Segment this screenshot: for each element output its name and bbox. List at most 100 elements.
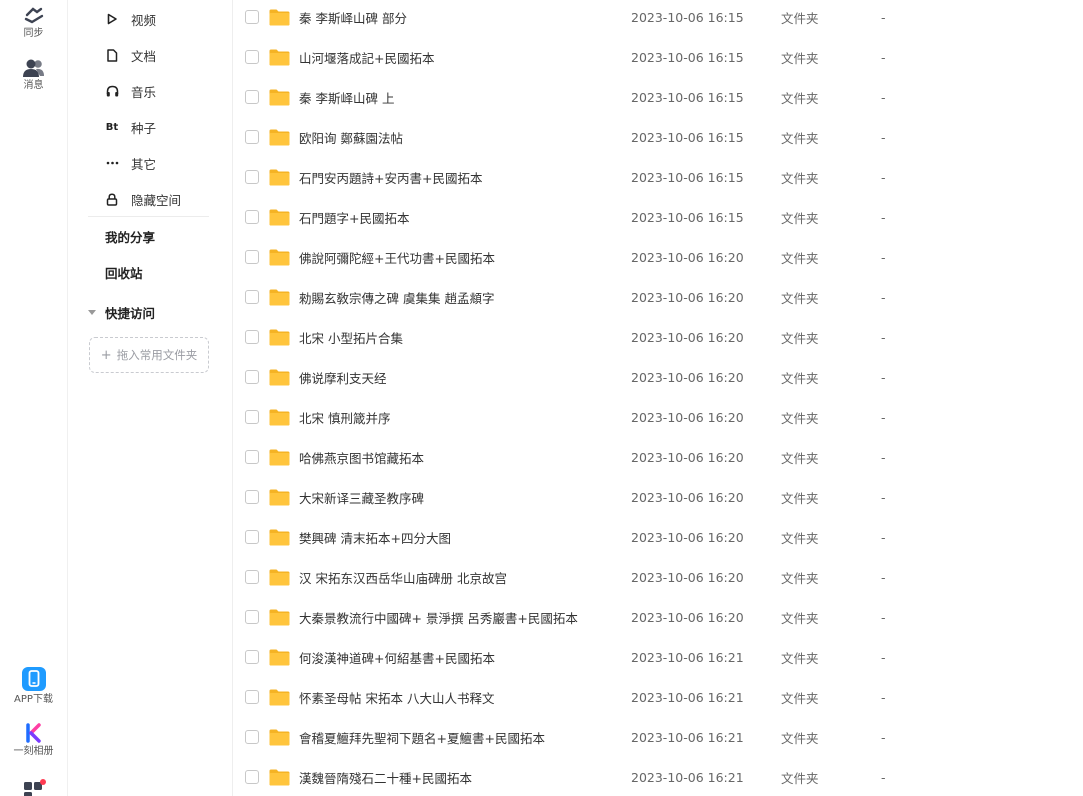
file-row[interactable]: 山河堰落成記+民國拓本 2023-10-06 16:15 文件夹 -: [233, 37, 1083, 77]
rail-app-download[interactable]: APP下载: [0, 666, 67, 706]
lock-icon: [105, 192, 119, 206]
file-modified-date: 2023-10-06 16:20: [631, 369, 744, 385]
folder-icon: [269, 489, 290, 505]
rail-sync[interactable]: 同步: [0, 6, 67, 40]
file-type: 文件夹: [781, 90, 819, 106]
row-checkbox[interactable]: [245, 130, 259, 144]
rail-album[interactable]: 一刻相册: [0, 722, 67, 758]
file-modified-date: 2023-10-06 16:20: [631, 489, 744, 505]
row-checkbox[interactable]: [245, 10, 259, 24]
file-size: -: [881, 569, 886, 585]
row-checkbox[interactable]: [245, 370, 259, 384]
file-name[interactable]: 大秦景教流行中國碑+ 景淨撰 呂秀巖書+民國拓本: [299, 608, 578, 627]
row-checkbox[interactable]: [245, 650, 259, 664]
row-checkbox[interactable]: [245, 290, 259, 304]
sidebar-item-video[interactable]: 视频: [68, 1, 234, 37]
file-row[interactable]: 大宋新译三藏圣教序碑 2023-10-06 16:20 文件夹 -: [233, 477, 1083, 517]
album-logo-icon: [25, 723, 41, 743]
file-row[interactable]: 勑賜玄敎宗傳之碑 虞集集 趙孟頫字 2023-10-06 16:20 文件夹 -: [233, 277, 1083, 317]
file-name[interactable]: 秦 李斯峄山碑 部分: [299, 8, 407, 27]
sidebar-item-label: 其它: [131, 156, 157, 172]
row-checkbox[interactable]: [245, 770, 259, 784]
sync-icon: [24, 7, 43, 24]
file-name[interactable]: 會稽夏鱣拜先聖祠下題名+夏鱣書+民國拓本: [299, 728, 545, 747]
file-name[interactable]: 勑賜玄敎宗傳之碑 虞集集 趙孟頫字: [299, 288, 494, 307]
file-name[interactable]: 石門題字+民國拓本: [299, 208, 409, 227]
sidebar-item-recycle-bin[interactable]: 回收站: [68, 254, 234, 290]
row-checkbox[interactable]: [245, 450, 259, 464]
file-row[interactable]: 石門安丙題詩+安丙書+民國拓本 2023-10-06 16:15 文件夹 -: [233, 157, 1083, 197]
file-size: -: [881, 729, 886, 745]
file-name[interactable]: 哈佛燕京图书馆藏拓本: [299, 448, 424, 467]
file-row[interactable]: 汉 宋拓东汉西岳华山庙碑册 北京故宫 2023-10-06 16:20 文件夹 …: [233, 557, 1083, 597]
row-checkbox[interactable]: [245, 690, 259, 704]
quick-access-toggle[interactable]: 快捷访问: [68, 294, 234, 330]
row-checkbox[interactable]: [245, 50, 259, 64]
file-name[interactable]: 佛說阿彌陀經+王代功書+民國拓本: [299, 248, 495, 267]
file-row[interactable]: 北宋 慎刑箴并序 2023-10-06 16:20 文件夹 -: [233, 397, 1083, 437]
row-checkbox[interactable]: [245, 210, 259, 224]
sidebar-item-label: 隐藏空间: [131, 192, 182, 208]
file-type: 文件夹: [781, 490, 819, 506]
file-name[interactable]: 汉 宋拓东汉西岳华山庙碑册 北京故宫: [299, 568, 507, 587]
file-name[interactable]: 大宋新译三藏圣教序碑: [299, 488, 424, 507]
file-row[interactable]: 樊興碑 清末拓本+四分大图 2023-10-06 16:20 文件夹 -: [233, 517, 1083, 557]
row-checkbox[interactable]: [245, 490, 259, 504]
file-name[interactable]: 怀素圣母帖 宋拓本 八大山人书释文: [299, 688, 494, 707]
file-row[interactable]: 何浚漢神道碑+何紹基書+民國拓本 2023-10-06 16:21 文件夹 -: [233, 637, 1083, 677]
row-checkbox[interactable]: [245, 90, 259, 104]
file-name[interactable]: 欧阳询 鄭蘇園法帖: [299, 128, 403, 147]
file-size: -: [881, 289, 886, 305]
row-checkbox[interactable]: [245, 530, 259, 544]
file-modified-date: 2023-10-06 16:20: [631, 609, 744, 625]
file-row[interactable]: 秦 李斯峄山碑 上 2023-10-06 16:15 文件夹 -: [233, 77, 1083, 117]
row-checkbox[interactable]: [245, 330, 259, 344]
file-name[interactable]: 山河堰落成記+民國拓本: [299, 48, 434, 67]
file-row[interactable]: 大秦景教流行中國碑+ 景淨撰 呂秀巖書+民國拓本 2023-10-06 16:2…: [233, 597, 1083, 637]
sidebar-item-label: 视频: [131, 12, 157, 28]
sidebar-item-document[interactable]: 文档: [68, 37, 234, 73]
rail-message[interactable]: 消息: [0, 58, 67, 92]
file-row[interactable]: 北宋 小型拓片合集 2023-10-06 16:20 文件夹 -: [233, 317, 1083, 357]
file-modified-date: 2023-10-06 16:15: [631, 9, 744, 25]
sidebar-item-label: 种子: [131, 120, 157, 136]
file-row[interactable]: 漢魏晉隋殘石二十種+民國拓本 2023-10-06 16:21 文件夹 -: [233, 757, 1083, 796]
file-name[interactable]: 佛说摩利支天经: [299, 368, 387, 387]
file-row[interactable]: 佛说摩利支天经 2023-10-06 16:20 文件夹 -: [233, 357, 1083, 397]
plus-icon: +: [100, 347, 112, 363]
row-checkbox[interactable]: [245, 170, 259, 184]
file-row[interactable]: 怀素圣母帖 宋拓本 八大山人书释文 2023-10-06 16:21 文件夹 -: [233, 677, 1083, 717]
file-row[interactable]: 欧阳询 鄭蘇園法帖 2023-10-06 16:15 文件夹 -: [233, 117, 1083, 157]
row-checkbox[interactable]: [245, 410, 259, 424]
sidebar-item-torrent[interactable]: Bt 种子: [68, 109, 234, 145]
file-row[interactable]: 哈佛燕京图书馆藏拓本 2023-10-06 16:20 文件夹 -: [233, 437, 1083, 477]
file-type: 文件夹: [781, 650, 819, 666]
file-type: 文件夹: [781, 130, 819, 146]
file-row[interactable]: 秦 李斯峄山碑 部分 2023-10-06 16:15 文件夹 -: [233, 0, 1083, 37]
file-name[interactable]: 北宋 小型拓片合集: [299, 328, 403, 347]
file-name[interactable]: 何浚漢神道碑+何紹基書+民國拓本: [299, 648, 495, 667]
row-checkbox[interactable]: [245, 730, 259, 744]
sidebar-item-my-share[interactable]: 我的分享: [68, 218, 234, 254]
row-checkbox[interactable]: [245, 570, 259, 584]
file-row[interactable]: 佛說阿彌陀經+王代功書+民國拓本 2023-10-06 16:20 文件夹 -: [233, 237, 1083, 277]
sidebar-item-music[interactable]: 音乐: [68, 73, 234, 109]
file-name[interactable]: 樊興碑 清末拓本+四分大图: [299, 528, 451, 547]
folder-icon: [269, 649, 290, 665]
rail-apps[interactable]: [0, 778, 67, 796]
file-size: -: [881, 649, 886, 665]
file-size: -: [881, 609, 886, 625]
file-name[interactable]: 石門安丙題詩+安丙書+民國拓本: [299, 168, 482, 187]
file-name[interactable]: 秦 李斯峄山碑 上: [299, 88, 394, 107]
add-favorite-folder-dropzone[interactable]: + 拖入常用文件夹: [89, 337, 209, 373]
file-row[interactable]: 石門題字+民國拓本 2023-10-06 16:15 文件夹 -: [233, 197, 1083, 237]
file-name[interactable]: 漢魏晉隋殘石二十種+民國拓本: [299, 768, 472, 787]
folder-icon: [269, 609, 290, 625]
file-row[interactable]: 會稽夏鱣拜先聖祠下題名+夏鱣書+民國拓本 2023-10-06 16:21 文件…: [233, 717, 1083, 757]
sidebar-item-other[interactable]: 其它: [68, 145, 234, 181]
sidebar-item-hidden-space[interactable]: 隐藏空间: [68, 181, 234, 217]
row-checkbox[interactable]: [245, 250, 259, 264]
file-list: 秦 李斯峄山碑 部分 2023-10-06 16:15 文件夹 - 山河堰落成記…: [233, 0, 1083, 796]
file-name[interactable]: 北宋 慎刑箴并序: [299, 408, 390, 427]
row-checkbox[interactable]: [245, 610, 259, 624]
